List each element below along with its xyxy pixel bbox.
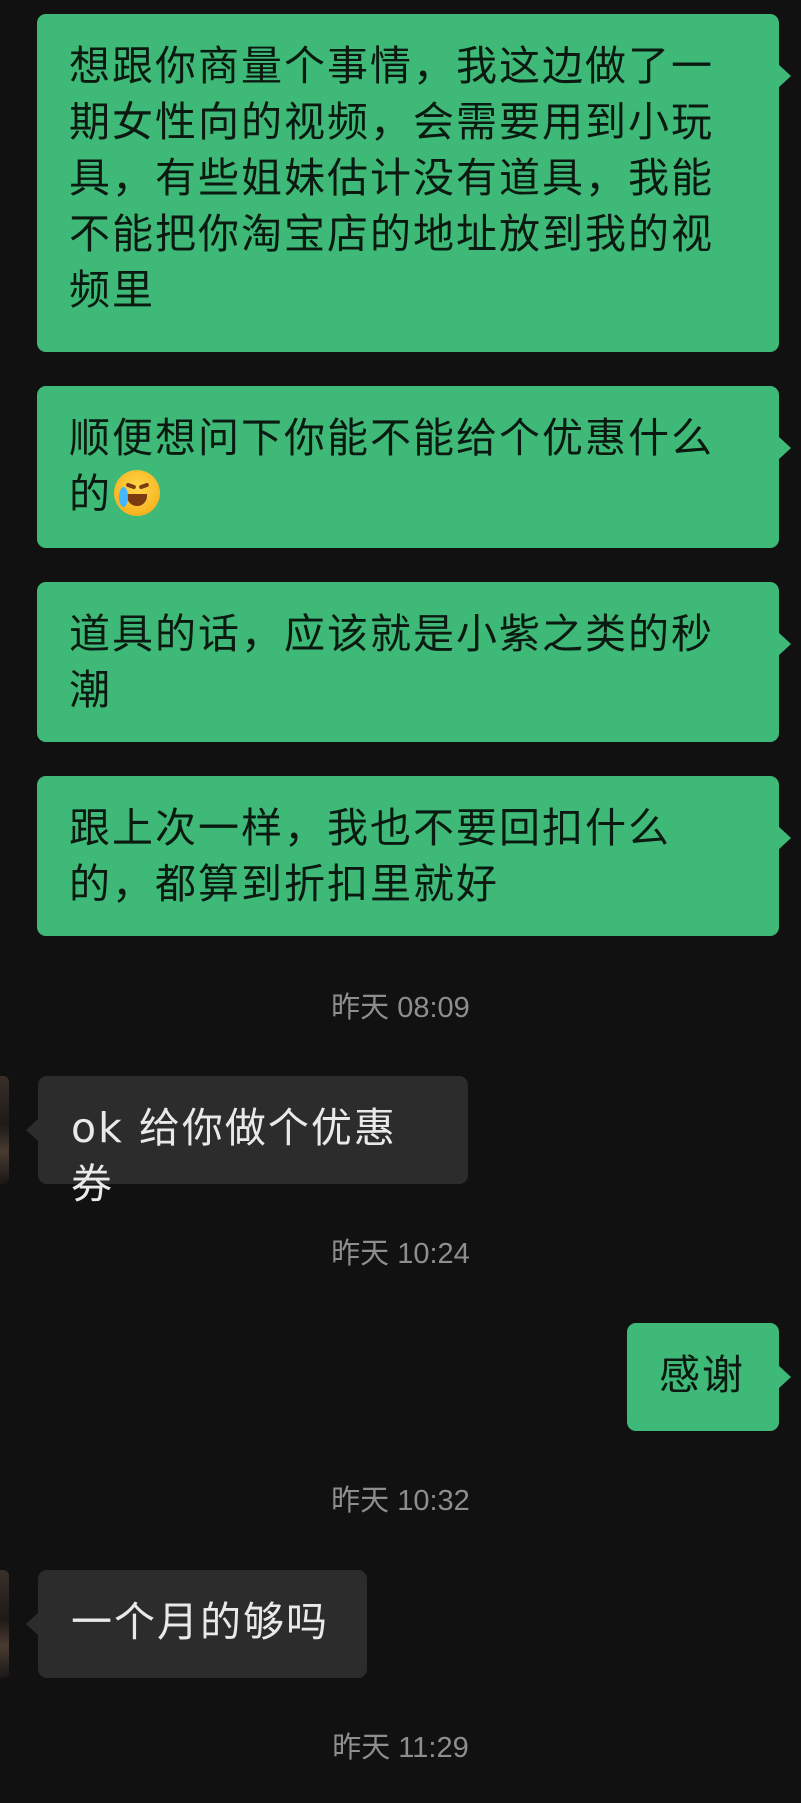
outgoing-message-bubble[interactable]: 跟上次一样，我也不要回扣什么的，都算到折扣里就好 (37, 776, 791, 936)
incoming-message-bubble[interactable]: ok 给你做个优惠券 (26, 1076, 468, 1208)
face-with-tears-of-joy-icon (114, 470, 160, 516)
message-text: 道具的话，应该就是小紫之类的秒潮 (69, 610, 714, 714)
contact-avatar[interactable] (0, 1076, 9, 1184)
message-text: 一个月的够吗 (71, 1598, 329, 1646)
outgoing-message-bubble[interactable]: 想跟你商量个事情，我这边做了一期女性向的视频，会需要用到小玩具，有些姐妹估计没有… (37, 14, 791, 352)
outgoing-message-bubble[interactable]: 顺便想问下你能不能给个优惠什么的 (37, 386, 791, 548)
outgoing-message-bubble[interactable]: 感谢 (627, 1323, 791, 1431)
message-timestamp: 昨天 11:29 (332, 1732, 469, 1764)
message-text: ok 给你做个优惠券 (71, 1104, 397, 1208)
message-text: 顺便想问下你能不能给个优惠什么的 (69, 414, 714, 518)
message-timestamp: 昨天 10:24 (331, 1238, 470, 1270)
chat-conversation: 想跟你商量个事情，我这边做了一期女性向的视频，会需要用到小玩具，有些姐妹估计没有… (0, 0, 801, 1803)
message-text: 想跟你商量个事情，我这边做了一期女性向的视频，会需要用到小玩具，有些姐妹估计没有… (69, 42, 714, 314)
incoming-message-bubble[interactable]: 一个月的够吗 (26, 1570, 367, 1678)
message-timestamp: 昨天 08:09 (331, 992, 470, 1024)
contact-avatar[interactable] (0, 1570, 9, 1678)
message-text: 感谢 (659, 1351, 745, 1399)
message-timestamp: 昨天 10:32 (331, 1485, 470, 1517)
message-text: 跟上次一样，我也不要回扣什么的，都算到折扣里就好 (69, 804, 671, 908)
outgoing-message-bubble[interactable]: 道具的话，应该就是小紫之类的秒潮 (37, 582, 791, 742)
